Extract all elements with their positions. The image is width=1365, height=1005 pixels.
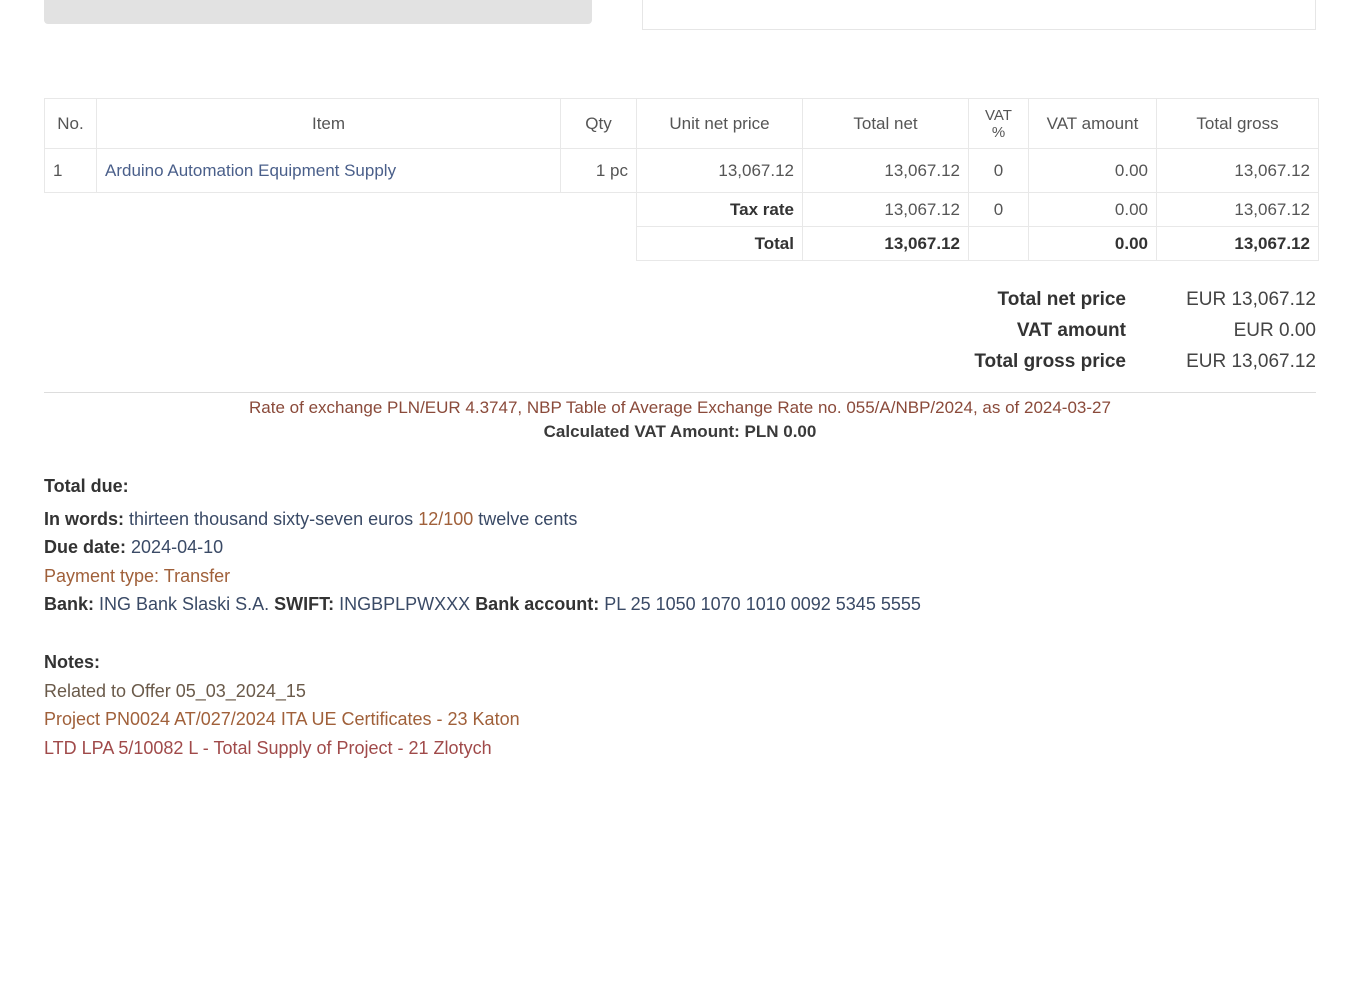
- tax-rate-total-net: 13,067.12: [802, 192, 969, 227]
- header-total-gross: Total gross: [1156, 98, 1319, 149]
- payment-details: Total due: In words: thirteen thousand s…: [44, 472, 921, 619]
- header-vat-amount: VAT amount: [1028, 98, 1157, 149]
- tax-rate-label: Tax rate: [636, 192, 803, 227]
- in-words-value: thirteen thousand sixty-seven euros: [129, 508, 414, 529]
- summary-net-value: EUR 13,067.12: [1186, 288, 1316, 310]
- payment-type-line: Payment type: Transfer: [44, 562, 921, 591]
- row-total-net: 13,067.12: [802, 148, 969, 193]
- header-item: Item: [96, 98, 561, 149]
- summary-vat-label: VAT amount: [1016, 319, 1126, 341]
- row-no: 1: [44, 148, 97, 193]
- header-vat-pct: VAT %: [968, 98, 1029, 149]
- total-vat-amount: 0.00: [1028, 226, 1157, 261]
- in-words-suffix: twelve cents: [478, 508, 578, 529]
- totals-summary: Total net price EUR 13,067.12 VAT amount…: [846, 284, 1316, 377]
- summary-gross-value: EUR 13,067.12: [1186, 350, 1316, 372]
- table-row: 1 Arduino Automation Equipment Supply 1 …: [44, 148, 1319, 193]
- notes-line-2: Project PN0024 AT/027/2024 ITA UE Certif…: [44, 709, 520, 729]
- in-words-line: In words: thirteen thousand sixty-seven …: [44, 505, 921, 534]
- summary-vat: VAT amount EUR 0.00: [846, 315, 1316, 346]
- payment-type-label: Payment type:: [44, 565, 160, 586]
- summary-gross: Total gross price EUR 13,067.12: [846, 346, 1316, 377]
- table-header-row: No. Item Qty Unit net price Total net VA…: [44, 98, 1319, 149]
- top-left-header-bar: [44, 0, 592, 24]
- bank-value: ING Bank Slaski S.A.: [99, 594, 270, 614]
- header-no: No.: [44, 98, 97, 149]
- in-words-label: In words:: [44, 508, 124, 529]
- bank-account-value: PL 25 1050 1070 1010 0092 5345 5555: [604, 594, 921, 614]
- total-due-heading: Total due:: [44, 476, 129, 496]
- due-date-value: 2024-04-10: [131, 537, 224, 557]
- tax-rate-total-gross: 13,067.12: [1156, 192, 1319, 227]
- summary-gross-label: Total gross price: [974, 350, 1126, 372]
- notes-heading: Notes:: [44, 652, 101, 672]
- tax-rate-vat-pct: 0: [968, 192, 1029, 227]
- bank-line: Bank: ING Bank Slaski S.A. SWIFT: INGBPL…: [44, 590, 921, 619]
- exchange-rate-line: Rate of exchange PLN/EUR 4.3747, NBP Tab…: [249, 398, 1111, 417]
- row-qty: 1 pc: [560, 148, 637, 193]
- row-vat-amount: 0.00: [1028, 148, 1157, 193]
- summary-net-label: Total net price: [997, 288, 1126, 310]
- item-name: Arduino Automation Equipment Supply: [105, 160, 397, 180]
- bank-label: Bank:: [44, 594, 95, 614]
- total-net: 13,067.12: [802, 226, 969, 261]
- header-qty: Qty: [560, 98, 637, 149]
- top-right-header-box: [642, 0, 1316, 30]
- header-total-net: Total net: [802, 98, 969, 149]
- total-gross: 13,067.12: [1156, 226, 1319, 261]
- notes-section: Notes: Related to Offer 05_03_2024_15 Pr…: [44, 648, 520, 762]
- section-divider: [44, 392, 1316, 393]
- summary-vat-value: EUR 0.00: [1233, 319, 1316, 341]
- in-words-cents: 12/100: [418, 508, 474, 529]
- notes-line-3: LTD LPA 5/10082 L - Total Supply of Proj…: [44, 737, 492, 758]
- payment-type-value: Transfer: [163, 565, 231, 586]
- calculated-vat-line: Calculated VAT Amount: PLN 0.00: [543, 422, 817, 441]
- due-date-line: Due date: 2024-04-10: [44, 533, 921, 562]
- tax-rate-row: Tax rate 13,067.12 0 0.00 13,067.12: [45, 192, 1319, 227]
- tax-rate-vat-amount: 0.00: [1028, 192, 1157, 227]
- notes-line-1: Related to Offer 05_03_2024_15: [44, 680, 306, 701]
- row-unit-net: 13,067.12: [636, 148, 803, 193]
- invoice-items-table: No. Item Qty Unit net price Total net VA…: [44, 98, 1319, 261]
- header-unit-net: Unit net price: [636, 98, 803, 149]
- total-label: Total: [636, 226, 803, 261]
- row-item: Arduino Automation Equipment Supply: [96, 148, 561, 193]
- row-total-gross: 13,067.12: [1156, 148, 1319, 193]
- bank-account-label: Bank account:: [475, 594, 600, 614]
- due-date-label: Due date:: [44, 537, 127, 557]
- exchange-rate-note: Rate of exchange PLN/EUR 4.3747, NBP Tab…: [44, 396, 1316, 444]
- swift-value: INGBPLPWXXX: [339, 594, 471, 614]
- summary-net: Total net price EUR 13,067.12: [846, 284, 1316, 315]
- total-row: Total 13,067.12 0.00 13,067.12: [45, 226, 1319, 261]
- swift-label: SWIFT:: [274, 594, 335, 614]
- row-vat-pct: 0: [968, 148, 1029, 193]
